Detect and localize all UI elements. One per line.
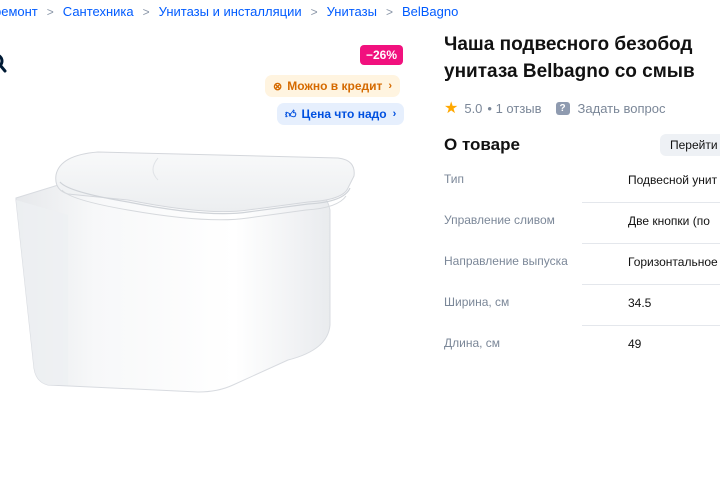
star-icon: ★ xyxy=(444,100,459,117)
breadcrumb-item-toilets[interactable]: Унитазы xyxy=(327,4,377,19)
good-price-label: Цена что надо xyxy=(301,107,387,121)
spec-value: Две кнопки (по xyxy=(628,214,710,228)
product-title-line2: унитаза Belbagno со смыв xyxy=(444,61,695,82)
spec-value: Горизонтальное xyxy=(628,255,718,269)
ask-question-button[interactable]: ? Задать вопрос xyxy=(555,100,666,116)
spec-key: Длина, см xyxy=(444,336,501,350)
chevron-right-icon: › xyxy=(392,108,397,120)
about-heading: О товаре xyxy=(444,135,520,154)
ask-question-label: Задать вопрос xyxy=(577,100,666,116)
discount-badge: −26% xyxy=(360,45,404,65)
breadcrumb-item-repair[interactable]: ремонт xyxy=(0,4,38,19)
spec-key: Ширина, см xyxy=(444,295,510,309)
spec-row: Тип Подвесной унит xyxy=(444,162,720,203)
thumbs-up-icon: 👍︎ xyxy=(285,108,297,121)
chevron-right-icon: > xyxy=(46,4,54,19)
coin-icon: ⊗ xyxy=(273,80,283,93)
goto-specs-button[interactable]: Перейти xyxy=(660,134,720,156)
spec-value: 34.5 xyxy=(628,296,652,310)
breadcrumb-item-plumbing[interactable]: Сантехника xyxy=(63,4,134,19)
spec-row: Управление сливом Две кнопки (по xyxy=(444,203,720,244)
spec-row: Направление выпуска Горизонтальное xyxy=(444,244,720,285)
spec-value: Подвесной унит xyxy=(628,173,718,187)
product-title-line1: Чаша подвесного безобод xyxy=(444,34,693,55)
breadcrumb: ремонт > Сантехника > Унитазы и инсталля… xyxy=(0,4,458,19)
spec-row: Ширина, см 34.5 xyxy=(444,285,720,326)
spec-key: Управление сливом xyxy=(444,213,555,227)
chevron-right-icon: > xyxy=(310,4,318,19)
product-image[interactable] xyxy=(8,120,388,420)
chevron-right-icon: › xyxy=(388,80,393,92)
breadcrumb-item-toilets-installations[interactable]: Унитазы и инсталляции xyxy=(159,4,302,19)
breadcrumb-item-belbagno[interactable]: BelBagno xyxy=(402,4,458,19)
chevron-right-icon: > xyxy=(385,4,393,19)
rating-row: ★ 5.0 • 1 отзыв ? Задать вопрос xyxy=(444,98,666,118)
question-icon: ? xyxy=(555,101,570,115)
spec-key: Тип xyxy=(444,172,465,186)
specs-list: Тип Подвесной унит Управление сливом Две… xyxy=(444,162,720,367)
spec-row: Длина, см 49 xyxy=(444,326,720,367)
credit-badge-button[interactable]: ⊗ Можно в кредит › xyxy=(265,75,401,97)
spec-key: Направление выпуска xyxy=(444,254,568,268)
search-icon[interactable] xyxy=(0,52,8,74)
credit-label: Можно в кредит xyxy=(287,79,383,93)
rating-value[interactable]: 5.0 xyxy=(464,101,482,116)
spec-value: 49 xyxy=(628,337,642,351)
chevron-right-icon: > xyxy=(142,4,150,19)
reviews-link[interactable]: • 1 отзыв xyxy=(487,101,541,116)
product-title: Чаша подвесного безобод унитаза Belbagno… xyxy=(444,31,720,85)
